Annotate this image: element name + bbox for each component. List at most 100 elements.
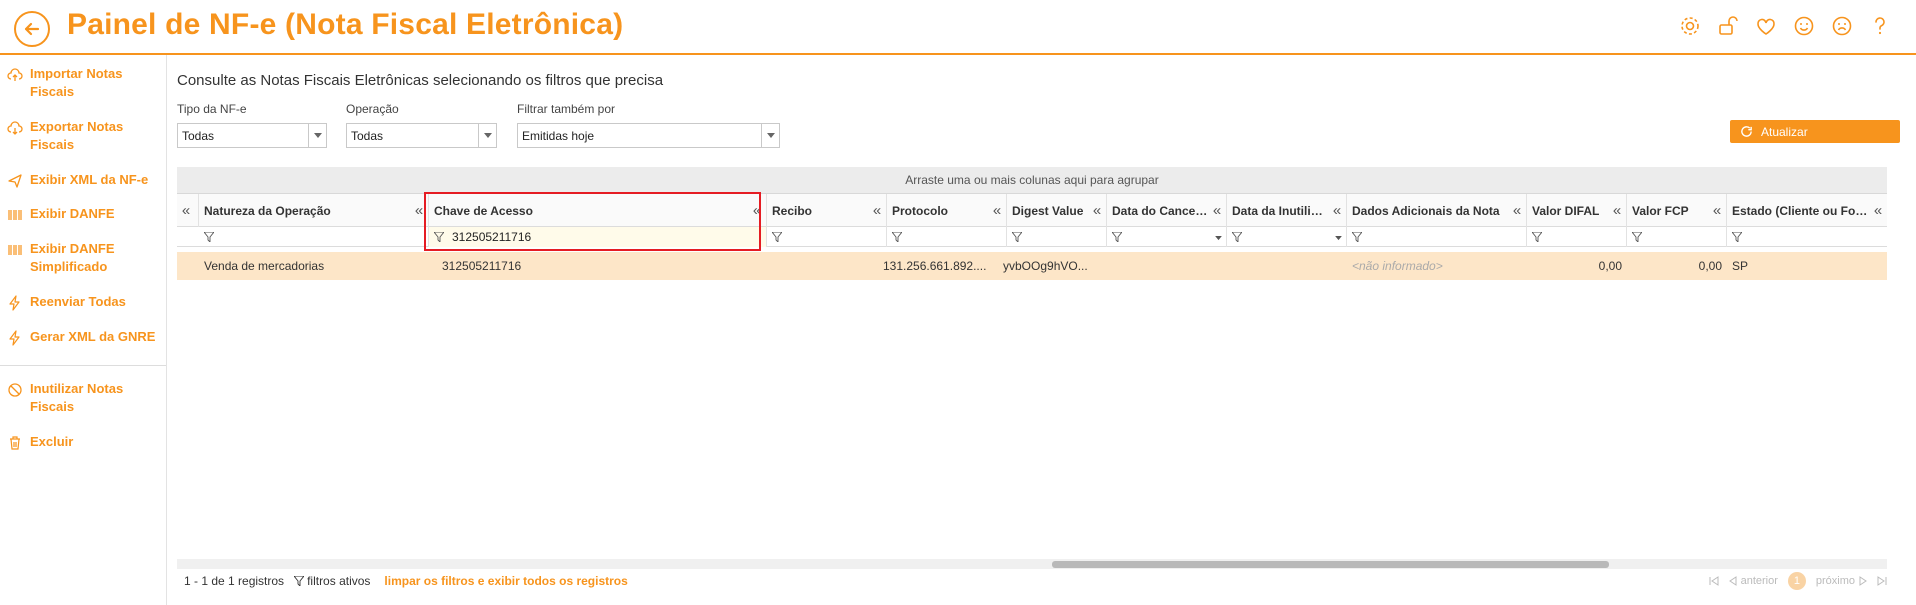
sidebar-item-label: Excluir — [30, 434, 74, 449]
filter-cell-natureza[interactable] — [199, 227, 429, 247]
prev-page-button[interactable]: anterior — [1728, 575, 1778, 587]
chevron-down-icon[interactable] — [761, 124, 779, 147]
current-page[interactable]: 1 — [1787, 572, 1806, 590]
filter-cell-digest[interactable] — [1007, 227, 1107, 247]
filtrar-select[interactable]: Emitidas hoje — [517, 123, 780, 148]
sidebar: Importar Notas Fiscais Exportar Notas Fi… — [0, 55, 167, 605]
filter-label-tipo: Tipo da NF-e — [177, 102, 247, 116]
double-chevron-left-icon[interactable]: « — [1869, 202, 1887, 219]
cell-valor-difal: 0,00 — [1598, 259, 1622, 273]
sidebar-item-inutilizar[interactable]: Inutilizar Notas Fiscais — [0, 380, 166, 416]
chevron-down-icon[interactable] — [478, 124, 496, 147]
cell-protocolo: 131.256.661.892.... — [883, 259, 987, 273]
chevron-down-icon[interactable] — [308, 124, 326, 147]
double-chevron-left-icon[interactable]: « — [1328, 202, 1346, 219]
double-chevron-left-icon[interactable]: « — [1508, 202, 1526, 219]
column-header-data-cancelamento[interactable]: Data do Cancelamento« — [1107, 194, 1227, 227]
filter-cell-data-cancelamento[interactable] — [1107, 227, 1227, 247]
double-chevron-left-icon[interactable]: « — [410, 202, 428, 219]
filter-icon — [1112, 232, 1122, 242]
table-row[interactable]: Venda de mercadorias 312505211716 131.25… — [177, 252, 1887, 280]
filter-icon — [1532, 232, 1542, 242]
sidebar-item-reenviar[interactable]: Reenviar Todas — [0, 293, 166, 311]
filter-icon — [1012, 232, 1022, 242]
filter-cell-recibo[interactable] — [767, 227, 887, 247]
collapse-all-button[interactable]: « — [177, 194, 199, 227]
page-header: Painel de NF-e (Nota Fiscal Eletrônica) — [0, 0, 1916, 55]
double-chevron-left-icon[interactable]: « — [1088, 202, 1106, 219]
cell-digest: yvbOOg9hVO... — [1003, 259, 1088, 273]
filter-icon — [1232, 232, 1242, 242]
tipo-select-value: Todas — [182, 128, 215, 143]
column-header-valor-difal[interactable]: Valor DIFAL « — [1527, 194, 1627, 227]
tipo-select[interactable]: Todas — [177, 123, 327, 148]
sidebar-item-label: Reenviar Todas — [30, 294, 126, 309]
filter-icon — [1352, 232, 1362, 242]
sidebar-item-label: Exibir DANFE — [30, 206, 115, 221]
scrollbar-thumb[interactable] — [1052, 561, 1609, 568]
chevron-down-icon[interactable] — [1335, 230, 1342, 244]
filter-cell-data-inutilizacao[interactable] — [1227, 227, 1347, 247]
filter-cell-dados-adicionais[interactable] — [1347, 227, 1527, 247]
double-chevron-left-icon[interactable]: « — [1708, 202, 1726, 219]
column-header-natureza[interactable]: Natureza da Operação « — [199, 194, 429, 227]
column-header-protocolo[interactable]: Protocolo « — [887, 194, 1007, 227]
gear-icon[interactable] — [1678, 14, 1702, 38]
filter-cell-valor-fcp[interactable] — [1627, 227, 1727, 247]
double-chevron-left-icon[interactable]: « — [1208, 202, 1226, 219]
chevron-left-icon — [1728, 576, 1737, 586]
sidebar-item-exibir-xml[interactable]: Exibir XML da NF-e — [0, 171, 166, 189]
cell-natureza: Venda de mercadorias — [204, 259, 325, 273]
filter-icon — [204, 232, 214, 242]
column-header-data-inutilizacao[interactable]: Data da Inutilização« — [1227, 194, 1347, 227]
sidebar-item-label: Importar Notas Fiscais — [30, 66, 123, 99]
frown-icon[interactable] — [1830, 14, 1854, 38]
prev-page-label: anterior — [1740, 575, 1778, 587]
clear-filters-link[interactable]: limpar os filtros e exibir todos os regi… — [384, 574, 627, 588]
column-header-valor-fcp[interactable]: Valor FCP « — [1627, 194, 1727, 227]
unlock-icon[interactable] — [1716, 14, 1740, 38]
filter-cell-estado[interactable] — [1727, 227, 1887, 247]
column-header-dados-adicionais[interactable]: Dados Adicionais da Nota « — [1347, 194, 1527, 227]
grid-header-row: « Natureza da Operação « Chave de Acesso «… — [177, 194, 1887, 227]
sidebar-item-gerar-gnre[interactable]: Gerar XML da GNRE — [0, 328, 166, 346]
filter-label-filtrar: Filtrar também por — [517, 102, 616, 116]
operacao-select[interactable]: Todas — [346, 123, 497, 148]
column-header-chave[interactable]: Chave de Acesso « — [429, 194, 767, 227]
chevron-down-icon[interactable] — [1215, 230, 1222, 244]
cloud-download-icon — [0, 118, 30, 136]
question-icon[interactable] — [1868, 14, 1892, 38]
heart-icon[interactable] — [1754, 14, 1778, 38]
double-chevron-left-icon[interactable]: « — [868, 202, 886, 219]
filter-cell-chave[interactable]: 312505211716 — [429, 227, 767, 247]
filter-icon — [294, 576, 305, 586]
filter-icon — [892, 232, 902, 242]
column-header-digest[interactable]: Digest Value « — [1007, 194, 1107, 227]
last-page-icon[interactable] — [1877, 576, 1887, 586]
sidebar-item-excluir[interactable]: Excluir — [0, 433, 166, 451]
double-chevron-left-icon[interactable]: « — [748, 202, 766, 219]
cell-data-cancelamento — [1112, 252, 1227, 280]
next-page-button[interactable]: próximo — [1816, 575, 1867, 587]
group-drop-area[interactable]: Arraste uma ou mais colunas aqui para ag… — [177, 167, 1887, 194]
horizontal-scrollbar[interactable] — [177, 559, 1887, 569]
sidebar-item-exportar[interactable]: Exportar Notas Fiscais — [0, 118, 166, 154]
first-page-icon[interactable] — [1709, 576, 1719, 586]
double-chevron-left-icon[interactable]: « — [988, 202, 1006, 219]
filter-cell-valor-difal[interactable] — [1527, 227, 1627, 247]
back-button[interactable] — [14, 11, 50, 47]
update-button[interactable]: Atualizar — [1730, 120, 1900, 143]
pagination: anterior 1 próximo — [1709, 572, 1887, 590]
filter-cell-protocolo[interactable] — [887, 227, 1007, 247]
column-header-estado[interactable]: Estado (Cliente ou Fornecedor)« — [1727, 194, 1887, 227]
column-header-recibo[interactable]: Recibo « — [767, 194, 887, 227]
smile-icon[interactable] — [1792, 14, 1816, 38]
active-filters: filtros ativos — [294, 574, 370, 588]
sidebar-item-importar[interactable]: Importar Notas Fiscais — [0, 65, 166, 101]
double-chevron-left-icon[interactable]: « — [1608, 202, 1626, 219]
cell-recibo — [772, 252, 887, 280]
sidebar-item-exibir-danfe-simplificado[interactable]: Exibir DANFE Simplificado — [0, 240, 166, 276]
sidebar-item-exibir-danfe[interactable]: Exibir DANFE — [0, 205, 166, 223]
sidebar-item-label: Exibir DANFE Simplificado — [30, 241, 115, 274]
bolt-icon — [0, 328, 30, 346]
